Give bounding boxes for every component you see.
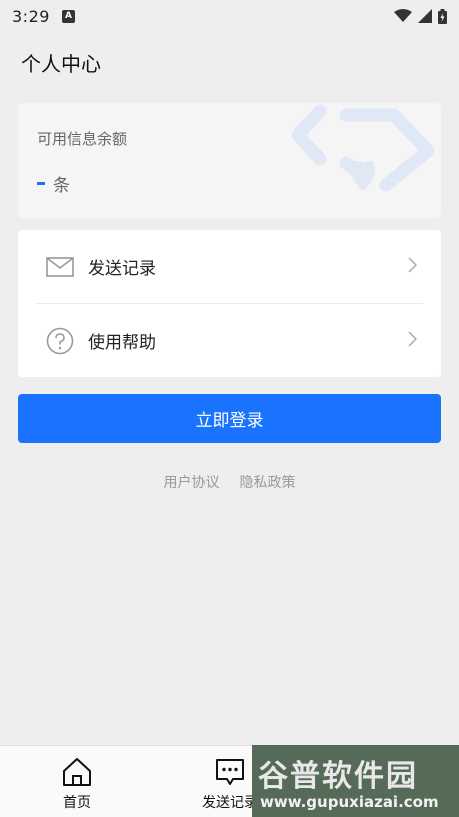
- chevron-right-icon: [408, 257, 417, 273]
- agreement-links: 用户协议 隐私政策: [0, 472, 459, 492]
- tab-label: 首页: [63, 795, 91, 811]
- wifi-icon: [394, 9, 412, 22]
- mail-icon: [45, 252, 75, 282]
- privacy-policy-link[interactable]: 隐私政策: [240, 472, 296, 492]
- notification-a-icon: A: [61, 9, 75, 23]
- menu-item-help[interactable]: 使用帮助: [18, 304, 441, 377]
- page-title: 个人中心: [21, 52, 101, 76]
- menu-item-label: 发送记录: [88, 259, 156, 279]
- balance-value: 条: [37, 171, 70, 196]
- battery-icon: [438, 8, 447, 24]
- tab-label: 发送记录: [202, 795, 258, 811]
- message-icon: [213, 756, 247, 788]
- balance-empty-dash: [37, 182, 45, 185]
- menu-item-send-records[interactable]: 发送记录: [18, 230, 441, 303]
- message-decoration-icon: [291, 104, 435, 192]
- menu-card: 发送记录 使用帮助: [18, 230, 441, 377]
- login-button[interactable]: 立即登录: [18, 394, 441, 443]
- status-icons: [394, 8, 447, 24]
- status-bar: 3:29 A: [0, 0, 459, 32]
- watermark-url: www.gupuxiazai.com: [260, 793, 439, 811]
- watermark: 谷普软件园 www.gupuxiazai.com: [252, 745, 459, 817]
- tab-home[interactable]: 首页: [22, 746, 132, 817]
- help-circle-icon: [45, 326, 75, 356]
- status-time: 3:29: [12, 6, 50, 26]
- menu-item-label: 使用帮助: [88, 333, 156, 353]
- watermark-title: 谷普软件园: [258, 759, 418, 794]
- signal-icon: [418, 9, 432, 23]
- chevron-right-icon: [408, 331, 417, 347]
- home-icon: [60, 756, 94, 788]
- balance-card: 可用信息余额 条: [18, 103, 441, 218]
- balance-unit: 条: [53, 176, 70, 196]
- balance-label: 可用信息余额: [37, 130, 128, 148]
- user-agreement-link[interactable]: 用户协议: [164, 472, 220, 492]
